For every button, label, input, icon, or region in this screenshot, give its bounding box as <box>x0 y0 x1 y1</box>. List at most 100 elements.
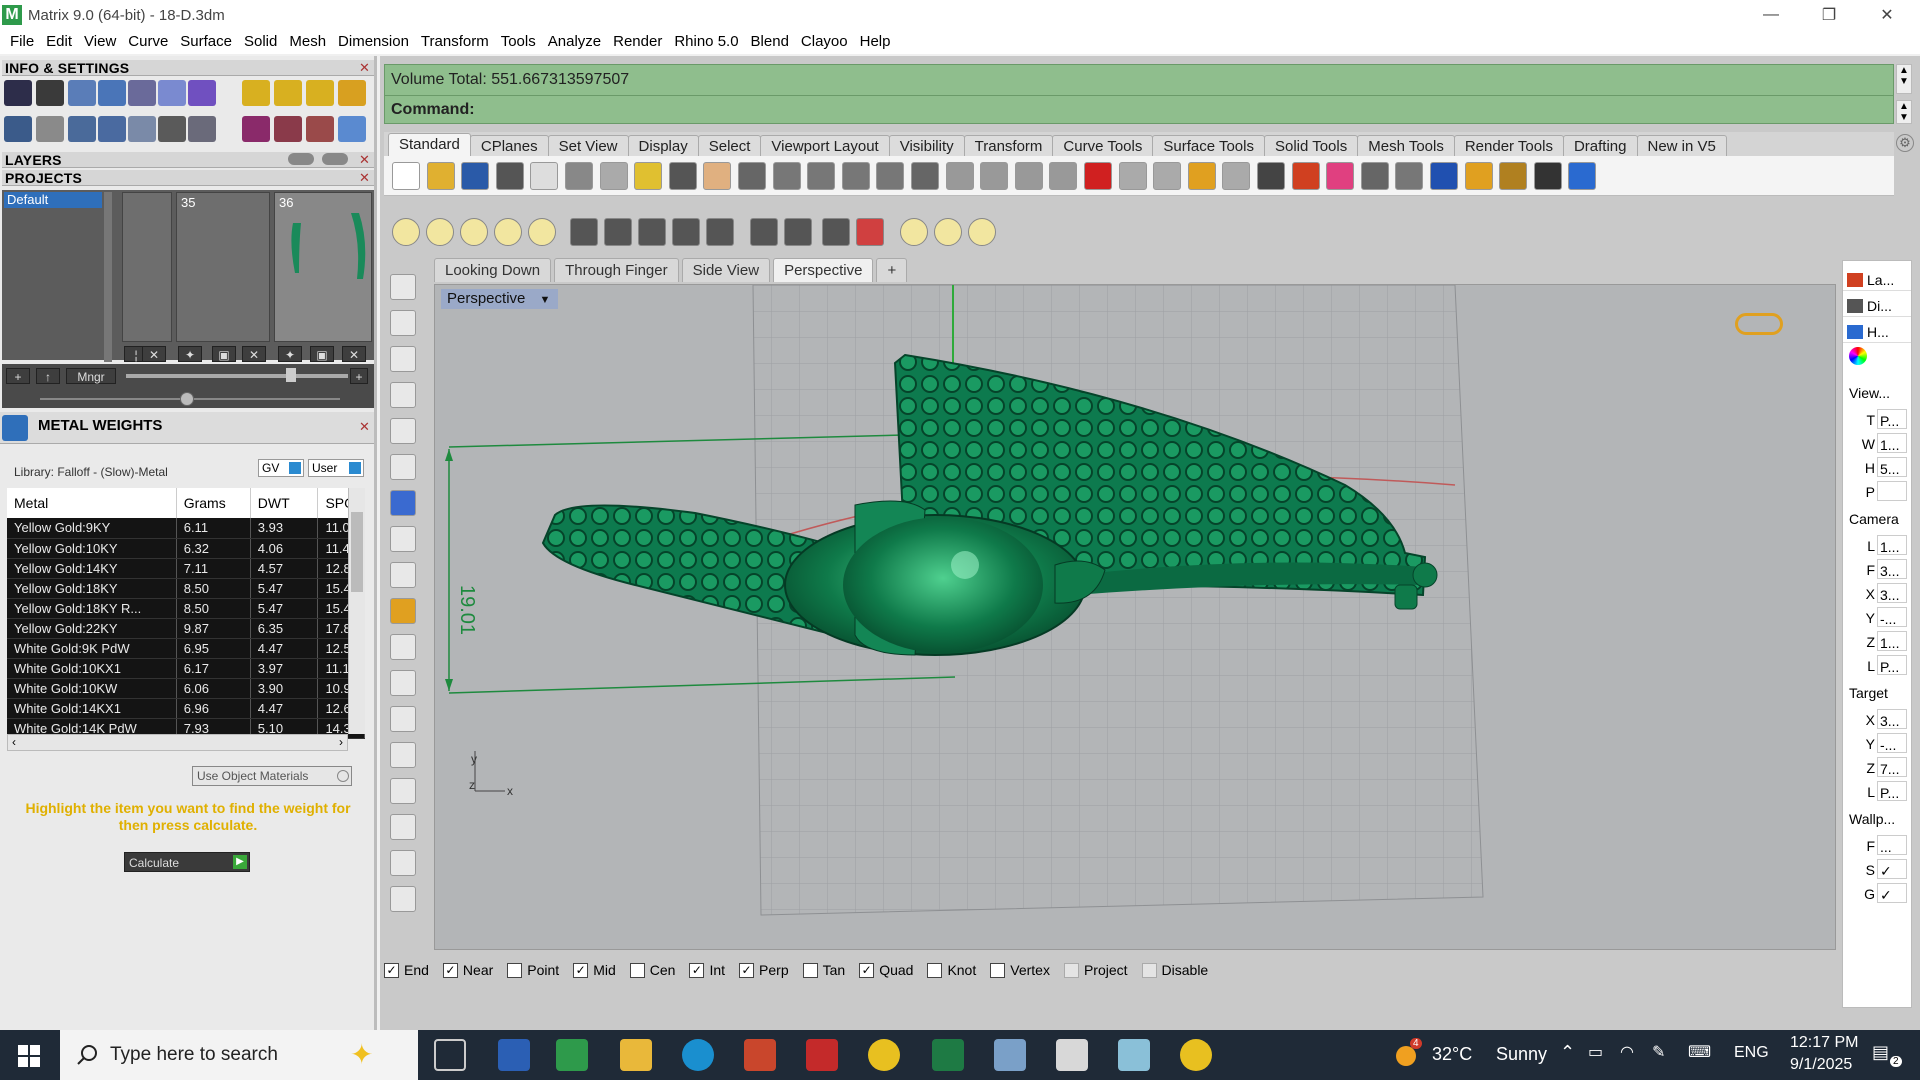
surface-tool-icon[interactable] <box>390 454 416 480</box>
thumb-size-slider[interactable] <box>126 374 348 378</box>
camera-row-value[interactable]: -... <box>1877 607 1907 627</box>
project-thumb-36[interactable]: 36 <box>274 192 372 342</box>
weather-temp[interactable]: 32°C <box>1432 1044 1472 1065</box>
scroll-left-icon[interactable]: ‹ <box>12 735 16 749</box>
table-row[interactable]: Yellow Gold:18KY R... 8.50 5.47 15.43 <box>7 598 365 619</box>
osnap-checkbox[interactable] <box>802 962 818 978</box>
polyline-tool-icon[interactable] <box>390 310 416 336</box>
clock-date[interactable]: 9/1/2025 <box>1790 1056 1852 1074</box>
osnap-end[interactable]: ✓ End <box>384 962 429 978</box>
boolean-tool-icon[interactable] <box>390 634 416 660</box>
solid-union-tool-icon[interactable] <box>390 490 416 516</box>
bulb-2-icon[interactable] <box>934 218 962 246</box>
plane-tool-icon[interactable] <box>390 526 416 552</box>
panel-tab-0[interactable]: La... <box>1843 269 1911 291</box>
viewport-tab-through-finger[interactable]: Through Finger <box>554 258 679 282</box>
zoom-selected-icon[interactable] <box>876 162 905 190</box>
measure-icon[interactable] <box>158 116 186 142</box>
app-icon[interactable] <box>1056 1039 1088 1071</box>
viewport-2-icon[interactable] <box>1014 162 1043 190</box>
osnap-checkbox[interactable]: ✓ <box>442 962 458 978</box>
table-row[interactable]: Yellow Gold:18KY 8.50 5.47 15.40 <box>7 578 365 599</box>
point-tool-icon[interactable] <box>390 274 416 300</box>
circle-tool-icon[interactable] <box>390 346 416 372</box>
camera-row-value[interactable]: 3... <box>1877 559 1907 579</box>
panel-tab-1[interactable]: Di... <box>1843 295 1911 317</box>
table-row[interactable]: White Gold:10KX1 6.17 3.97 11.18 <box>7 658 365 679</box>
menu-dimension[interactable]: Dimension <box>332 30 415 54</box>
close-button[interactable]: ✕ <box>1858 0 1916 30</box>
eye-icon[interactable] <box>322 153 348 165</box>
menu-mesh[interactable]: Mesh <box>283 30 332 54</box>
clock-time[interactable]: 12:17 PM <box>1790 1034 1858 1052</box>
mngr-button[interactable]: Mngr <box>66 368 116 384</box>
osnap-checkbox[interactable] <box>927 962 943 978</box>
col-grams[interactable]: Grams <box>176 488 251 518</box>
edit-points-tool-icon[interactable] <box>390 742 416 768</box>
excel-icon[interactable] <box>932 1039 964 1071</box>
osnap-tan[interactable]: Tan <box>802 962 845 978</box>
viewport-4-icon[interactable] <box>945 162 974 190</box>
camera-row-value[interactable]: 3... <box>1877 583 1907 603</box>
table-row[interactable]: Yellow Gold:14KY 7.11 4.57 12.88 <box>7 558 365 579</box>
lock-4-icon[interactable] <box>672 218 700 246</box>
toolbar-tab-standard[interactable]: Standard <box>388 133 471 156</box>
close-icon[interactable]: ✕ <box>358 153 371 166</box>
light-1-icon[interactable] <box>392 218 420 246</box>
curve-tool-icon[interactable] <box>390 418 416 444</box>
pen-icon[interactable]: ✎ <box>1652 1042 1665 1062</box>
toolbar-tab-drafting[interactable]: Drafting <box>1562 135 1638 156</box>
powerpoint-icon[interactable] <box>744 1039 776 1071</box>
toolbar-tab-transform[interactable]: Transform <box>963 135 1054 156</box>
menu-curve[interactable]: Curve <box>122 30 174 54</box>
bulb-3-icon[interactable] <box>968 218 996 246</box>
camera-row-value[interactable]: 1... <box>1877 631 1907 651</box>
move-icon[interactable]: ✦ <box>178 346 202 362</box>
tray-chevron-icon[interactable]: ⌃ <box>1560 1042 1575 1063</box>
notepad-icon[interactable] <box>1118 1039 1150 1071</box>
target-row-value[interactable]: P... <box>1877 781 1907 801</box>
delete-icon[interactable]: ✕ <box>342 346 366 362</box>
gv-toggle[interactable]: GV <box>258 459 304 477</box>
wallp-row-value[interactable]: ✓ <box>1877 883 1907 903</box>
osnap-checkbox[interactable]: ✓ <box>573 962 589 978</box>
slider-handle[interactable] <box>286 368 296 382</box>
menu-blend[interactable]: Blend <box>745 30 795 54</box>
wallp-row-value[interactable]: ✓ <box>1877 859 1907 879</box>
filter-icon[interactable] <box>1464 162 1493 190</box>
settings-icon[interactable] <box>4 80 32 106</box>
save-icon[interactable] <box>461 162 490 190</box>
group-1-icon[interactable] <box>750 218 778 246</box>
viewport-tab-perspective[interactable]: Perspective <box>773 258 874 282</box>
document-icon[interactable] <box>128 80 156 106</box>
osnap-checkbox[interactable] <box>507 962 523 978</box>
shade-sphere-icon[interactable] <box>1360 162 1389 190</box>
menu-tools[interactable]: Tools <box>495 30 542 54</box>
menu-analyze[interactable]: Analyze <box>542 30 607 54</box>
osnap-checkbox[interactable] <box>1141 962 1157 978</box>
color-wheel-icon[interactable] <box>1326 162 1355 190</box>
ring-icon[interactable] <box>242 116 270 142</box>
bulb-1-icon[interactable] <box>900 218 928 246</box>
weather-sun-icon[interactable] <box>1396 1046 1416 1066</box>
splitter-handle[interactable] <box>180 392 194 406</box>
close-icon[interactable]: ✕ <box>358 420 371 433</box>
camera-row-value[interactable]: P... <box>1877 655 1907 675</box>
osnap-disable[interactable]: Disable <box>1141 962 1208 978</box>
project-thumb-35[interactable]: 35 <box>176 192 270 342</box>
calculate-button[interactable]: Calculate ▶ <box>124 852 250 872</box>
delete-icon[interactable]: ✕ <box>242 346 266 362</box>
menu-solid[interactable]: Solid <box>238 30 283 54</box>
osnap-checkbox[interactable] <box>629 962 645 978</box>
osnap-checkbox[interactable]: ✓ <box>384 962 399 978</box>
new-file-icon[interactable] <box>392 162 420 190</box>
scroll-right-icon[interactable]: › <box>339 735 343 749</box>
copy-icon[interactable] <box>599 162 628 190</box>
osnap-vertex[interactable]: Vertex <box>990 962 1050 978</box>
library-icon[interactable] <box>188 116 216 142</box>
table-row[interactable]: White Gold:9K PdW 6.95 4.47 12.59 <box>7 638 365 659</box>
cut-icon[interactable] <box>565 162 593 190</box>
paint-bucket-tool-icon[interactable] <box>390 886 416 912</box>
tool-icon-3[interactable] <box>306 80 334 106</box>
transform-tool-icon[interactable] <box>390 598 416 624</box>
